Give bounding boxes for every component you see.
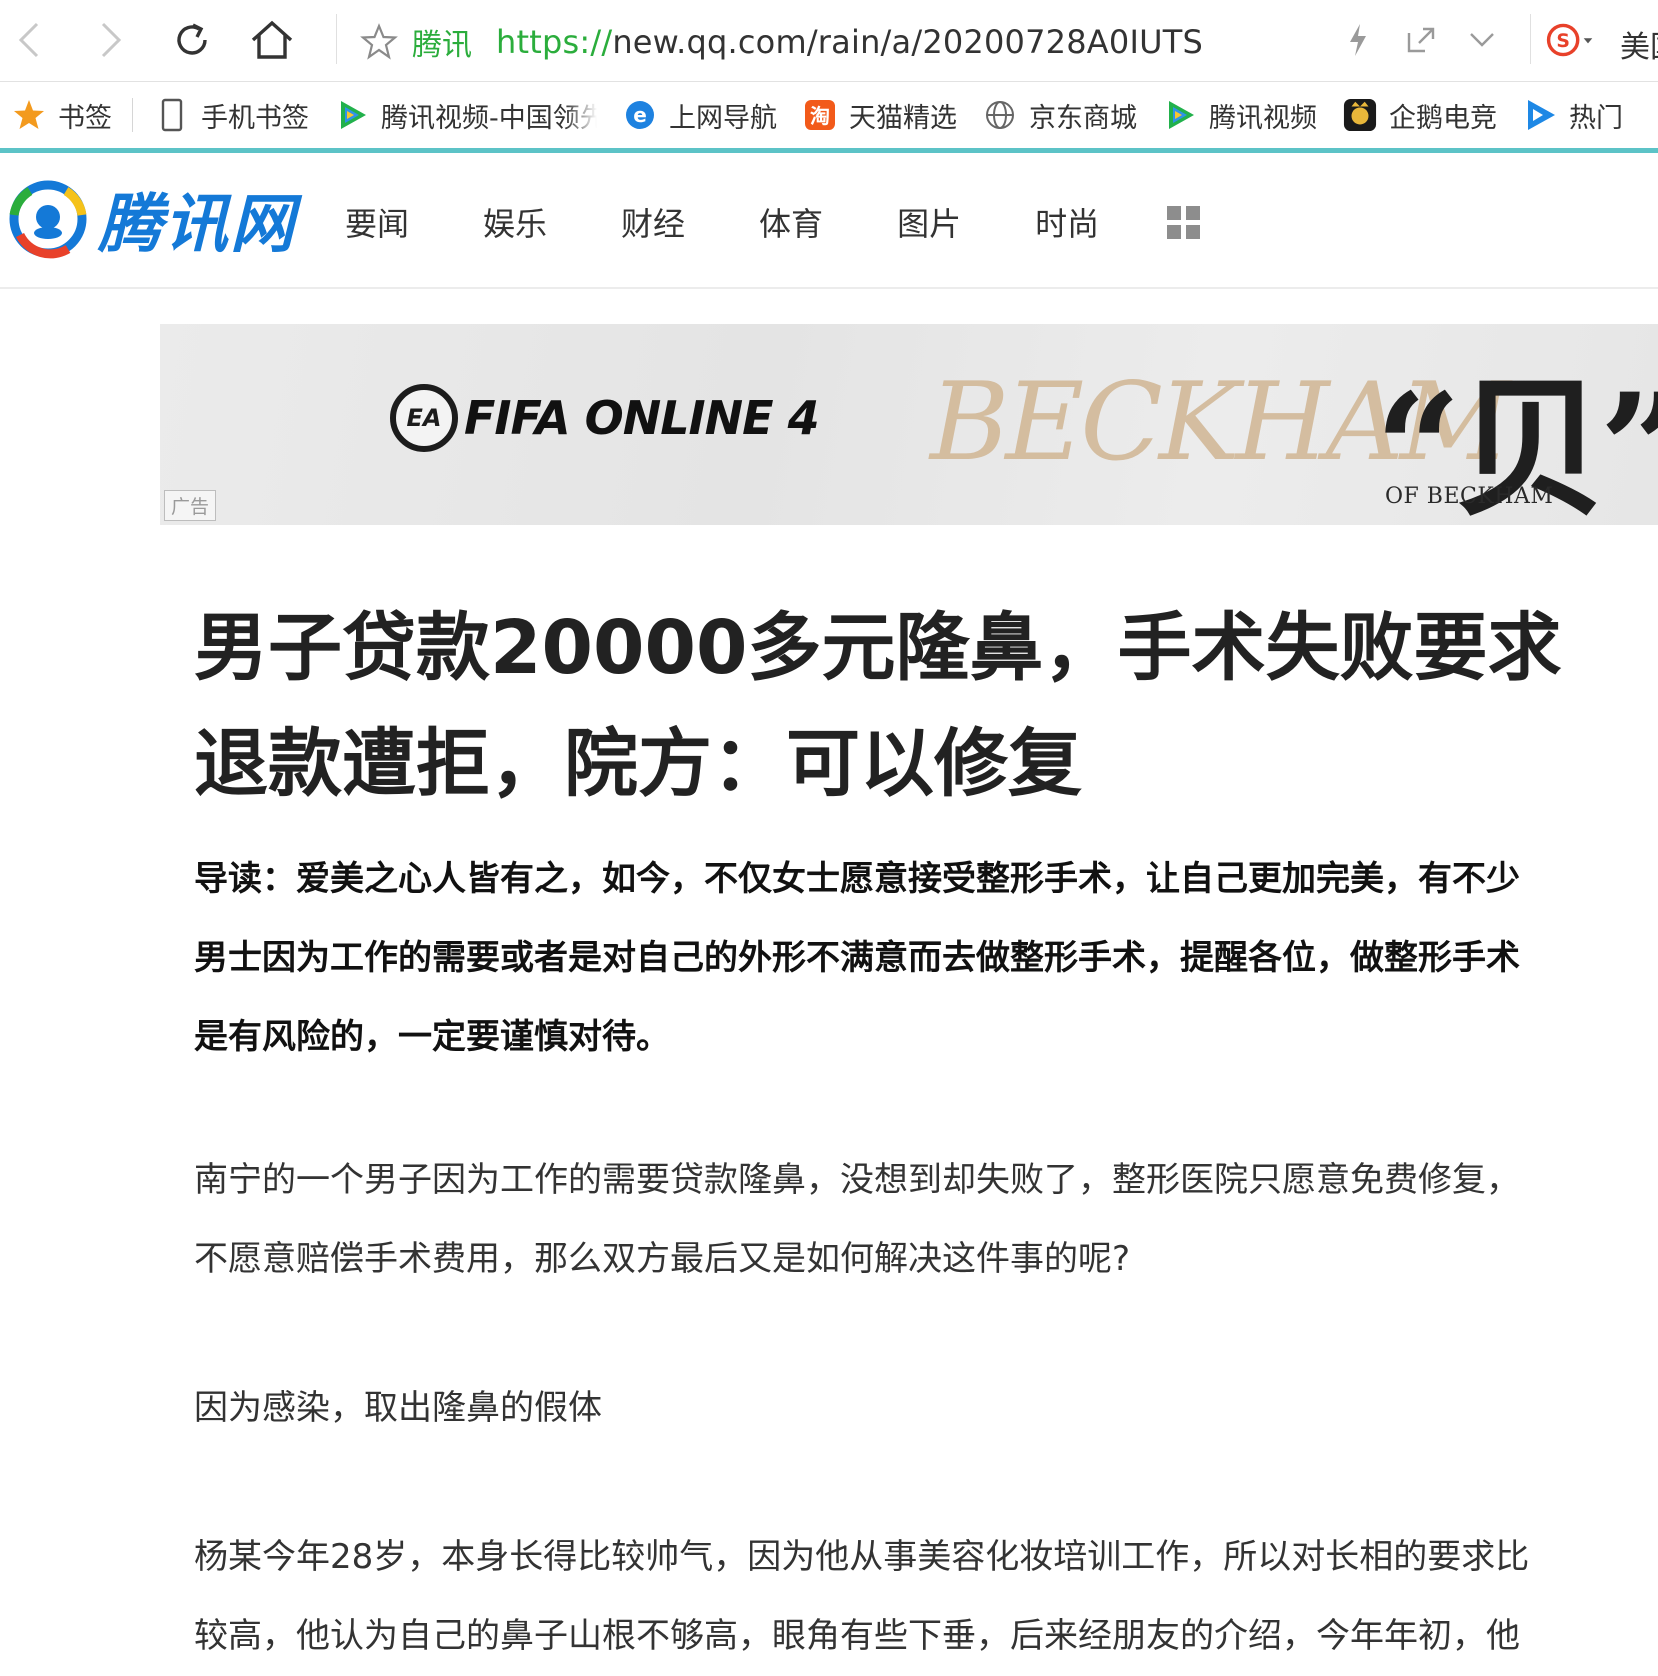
bookmark-label: 腾讯视频 [1209, 102, 1317, 134]
article-title: 男子贷款20000多元隆鼻，手术失败要求 退款遭拒，院方：可以修复 [194, 590, 1614, 822]
bookmark-item-bookmarks[interactable]: 书签 [12, 96, 112, 135]
nav-item-fashion[interactable]: 时尚 [1035, 199, 1099, 245]
nav-item-news[interactable]: 要闻 [345, 199, 409, 245]
nav-item-finance[interactable]: 财经 [621, 199, 685, 245]
bookmark-label: 手机书签 [201, 102, 309, 134]
phone-icon [155, 98, 189, 132]
nav-item-entertainment[interactable]: 娱乐 [483, 199, 547, 245]
grid-menu-icon[interactable] [1167, 205, 1201, 239]
section-heading: 因为感染，取出隆鼻的假体 [194, 1388, 602, 1428]
chevron-down-icon [1470, 33, 1494, 47]
bookmark-item-tencent-video[interactable]: 腾讯视频 [1163, 96, 1317, 135]
bookmark-item-mobile[interactable]: 手机书签 [155, 96, 309, 135]
sogou-logo-icon: S [1546, 23, 1593, 57]
chevron-left-icon [18, 22, 39, 58]
article: 男子贷款20000多元隆鼻，手术失败要求 退款遭拒，院方：可以修复 导读：爱美之… [194, 590, 1614, 1676]
fifa-text: FIFA ONLINE 4 [464, 391, 820, 445]
bookmark-separator [132, 98, 133, 132]
chevron-right-icon [101, 22, 122, 58]
toolbar-separator [336, 14, 337, 64]
bookmark-item-esports[interactable]: 企鹅电竞 [1343, 96, 1497, 135]
bookmark-item-hot[interactable]: 热门 [1523, 96, 1623, 135]
paragraph-line: 不愿意赔偿手术费用，那么双方最后又是如何解决这件事的呢? [194, 1239, 1131, 1279]
of-beckham-text: OF BECKHAM [1385, 484, 1554, 509]
speed-mode-button[interactable] [1334, 16, 1382, 64]
browser-toolbar: 腾讯 https://new.qq.com/rain/a/20200728A0I… [0, 0, 1658, 82]
star-outline-icon[interactable] [360, 23, 398, 61]
back-button[interactable] [6, 16, 54, 64]
svg-text:S: S [1556, 31, 1570, 52]
site-identity: 腾讯 [412, 28, 472, 63]
sogou-button[interactable]: S [1546, 16, 1594, 64]
site-logo[interactable]: 腾讯网 [8, 173, 296, 265]
nav-item-sports[interactable]: 体育 [759, 199, 823, 245]
toolbar-separator [1530, 14, 1531, 64]
bookmark-label: 企鹅电竞 [1389, 102, 1497, 134]
tencent-video-icon [335, 98, 369, 132]
share-icon [1407, 27, 1435, 53]
title-line: 男子贷款20000多元隆鼻，手术失败要求 [194, 605, 1562, 691]
logo-text: 腾讯网 [98, 188, 296, 262]
paragraph: 南宁的一个男子因为工作的需要贷款隆鼻，没想到却失败了，整形医院只愿意免费修复， … [194, 1141, 1614, 1299]
site-header: 腾讯网 要闻 娱乐 财经 体育 图片 时尚 [0, 153, 1658, 289]
lightning-icon [1350, 24, 1366, 56]
svg-text:e: e [633, 103, 647, 127]
forward-button[interactable] [86, 16, 134, 64]
url-scheme: https:// [496, 23, 613, 61]
play-icon [1523, 98, 1557, 132]
paragraph-line: 较高，他认为自己的鼻子山根不够高，眼角有些下垂，后来经朋友的介绍，今年年初，他 [194, 1616, 1520, 1656]
profile-label[interactable]: 美国 [1620, 22, 1658, 66]
bookmark-label: 腾讯视频-中国领先 [381, 102, 597, 134]
article-lead: 导读：爱美之心人皆有之，如今，不仅女士愿意接受整形手术，让自己更加完美，有不少 … [194, 840, 1614, 1077]
lead-line: 男士因为工作的需要或者是对自己的外形不满意而去做整形手术，提醒各位，做整形手术 [194, 938, 1520, 978]
bookmark-label: 书签 [58, 102, 112, 134]
lead-line: 导读：爱美之心人皆有之，如今，不仅女士愿意接受整形手术，让自己更加完美，有不少 [194, 859, 1520, 899]
ea-sports-icon: EA [390, 384, 458, 452]
address-bar[interactable]: 腾讯 https://new.qq.com/rain/a/20200728A0I… [360, 12, 1203, 72]
fifa-logo: EA FIFA ONLINE 4 [390, 384, 820, 452]
esports-icon [1343, 98, 1377, 132]
star-icon [12, 98, 46, 132]
home-icon [251, 20, 293, 59]
paragraph-line: 南宁的一个男子因为工作的需要贷款隆鼻，没想到却失败了，整形医院只愿意免费修复， [194, 1160, 1520, 1200]
bookmark-item-tmall[interactable]: 淘 天猫精选 [803, 96, 957, 135]
tencent-video-icon [1163, 98, 1197, 132]
home-button[interactable] [248, 16, 296, 64]
bookmark-label: 上网导航 [669, 102, 777, 134]
share-button[interactable] [1398, 16, 1446, 64]
svg-text:淘: 淘 [810, 104, 830, 128]
paragraph-line: 杨某今年28岁，本身长得比较帅气，因为他从事美容化妆培训工作，所以对长相的要求比 [194, 1537, 1530, 1577]
tencent-logo-icon [9, 180, 87, 259]
title-line: 退款遭拒，院方：可以修复 [194, 721, 1082, 807]
url-text[interactable]: https://new.qq.com/rain/a/20200728A0IUTS [496, 23, 1203, 61]
main-nav: 要闻 娱乐 财经 体育 图片 时尚 [345, 199, 1201, 245]
ad-banner[interactable]: EA FIFA ONLINE 4 BECKHAM “贝”影 OF BECKHAM… [160, 324, 1658, 525]
bookmark-label: 天猫精选 [849, 102, 957, 134]
url-path: new.qq.com/rain/a/20200728A0IUTS [612, 23, 1203, 61]
bookmark-item-tencent-video-leading[interactable]: 腾讯视频-中国领先 [335, 96, 597, 135]
dropdown-button[interactable] [1458, 16, 1506, 64]
bookmark-label: 京东商城 [1029, 102, 1137, 134]
bookmark-label: 热门 [1569, 102, 1623, 134]
bookmark-item-web-nav[interactable]: e 上网导航 [623, 96, 777, 135]
ad-label: 广告 [164, 490, 217, 521]
reload-icon [177, 23, 207, 55]
paragraph: 杨某今年28岁，本身长得比较帅气，因为他从事美容化妆培训工作，所以对长相的要求比… [194, 1518, 1614, 1676]
reload-button[interactable] [168, 16, 216, 64]
taobao-icon: 淘 [803, 98, 837, 132]
lead-line: 是有风险的，一定要谨慎对待。 [194, 1017, 670, 1057]
bookmark-item-jd[interactable]: 京东商城 [983, 96, 1137, 135]
globe-icon [983, 98, 1017, 132]
ie-icon: e [623, 98, 657, 132]
nav-item-pictures[interactable]: 图片 [897, 199, 961, 245]
bookmarks-bar: 书签 手机书签 腾讯视频-中国领先 e 上网导航 淘 天猫精选 京东商城 腾讯视… [0, 82, 1658, 148]
